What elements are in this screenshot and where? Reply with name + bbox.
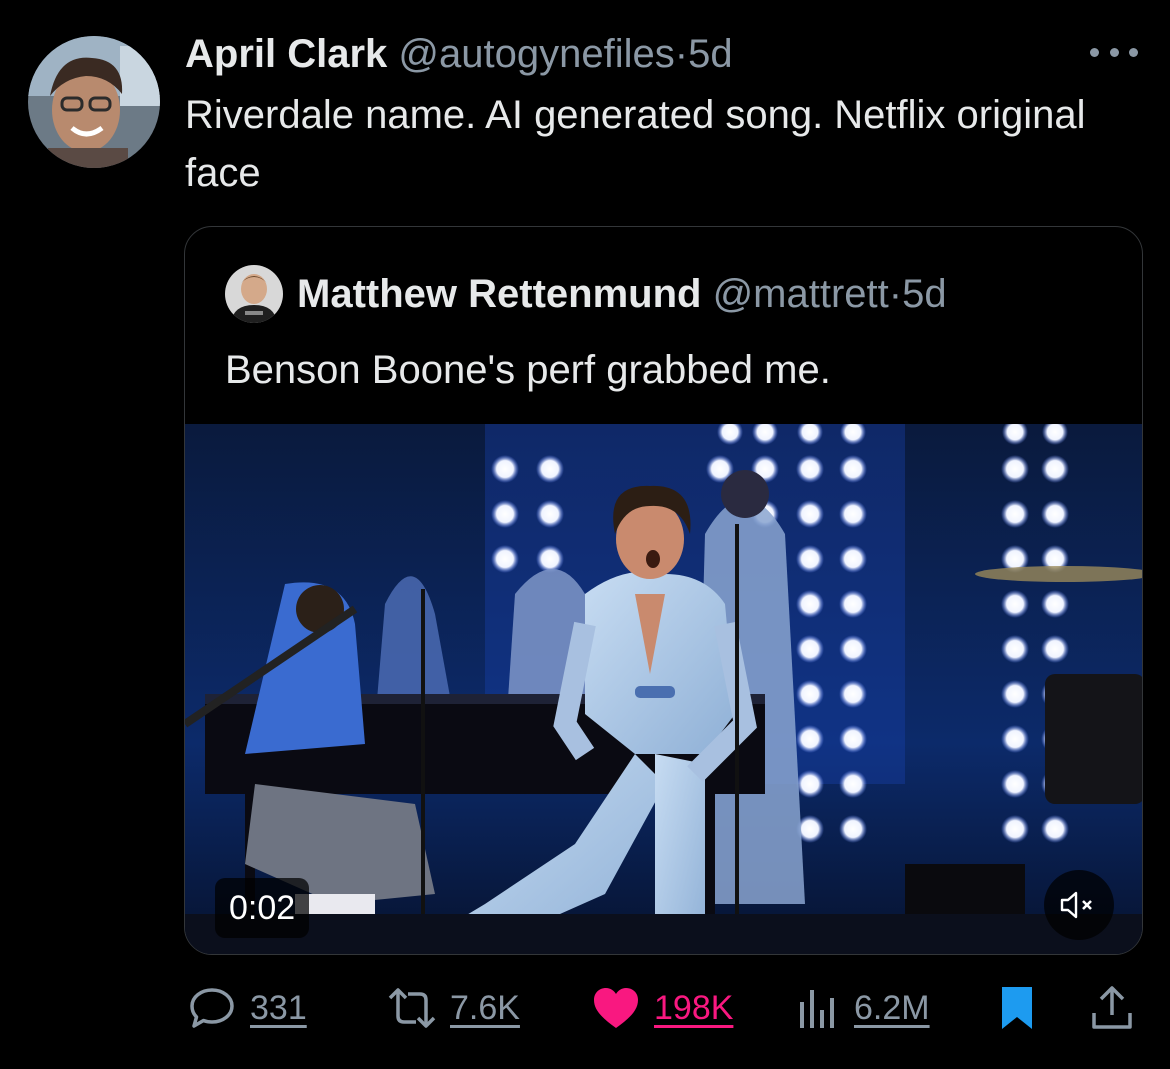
bookmark-filled-icon [1002,987,1032,1029]
action-bar: 331 7.6K 198K 6.2M [0,976,1170,1040]
post-time[interactable]: 5d [688,32,733,76]
more-options-icon[interactable] [1090,40,1138,64]
author-avatar[interactable] [28,36,160,168]
video-player[interactable]: 0:02 [185,424,1142,954]
views-button[interactable]: 6.2M [798,976,930,1040]
quoted-header: Matthew Rettenmund @mattrett·5d [297,269,947,319]
quoted-author-name[interactable]: Matthew Rettenmund [297,272,701,316]
reply-count[interactable]: 331 [250,989,307,1028]
share-button[interactable] [1090,976,1134,1040]
quoted-author-handle[interactable]: @mattrett [713,272,889,316]
analytics-icon [800,990,834,1028]
separator-dot: · [888,272,903,316]
quoted-post[interactable]: Matthew Rettenmund @mattrett·5d Benson B… [184,226,1143,955]
mute-button[interactable] [1044,870,1114,940]
quoted-time[interactable]: 5d [902,272,947,316]
video-timestamp: 0:02 [215,878,310,938]
repost-icon [388,988,436,1028]
reply-icon [190,988,234,1028]
post-header: April Clark @autogynefiles·5d [185,30,733,78]
like-button[interactable]: 198K [592,976,733,1040]
share-icon [1092,986,1132,1029]
quoted-text: Benson Boone's perf grabbed me. [225,348,831,392]
repost-button[interactable]: 7.6K [384,976,520,1040]
like-count[interactable]: 198K [654,989,733,1028]
author-handle[interactable]: @autogynefiles [398,32,674,76]
views-count[interactable]: 6.2M [854,989,930,1028]
bookmark-button[interactable] [1000,976,1034,1040]
reply-button[interactable]: 331 [188,976,307,1040]
repost-count[interactable]: 7.6K [450,989,520,1028]
speaker-muted-icon [1060,891,1092,919]
post-text: Riverdale name. AI generated song. Netfl… [185,93,1086,195]
quoted-author-avatar[interactable] [225,265,283,323]
author-name[interactable]: April Clark [185,32,387,76]
separator-dot: · [674,32,689,76]
heart-filled-icon [594,988,638,1028]
video-frame [185,424,1142,954]
